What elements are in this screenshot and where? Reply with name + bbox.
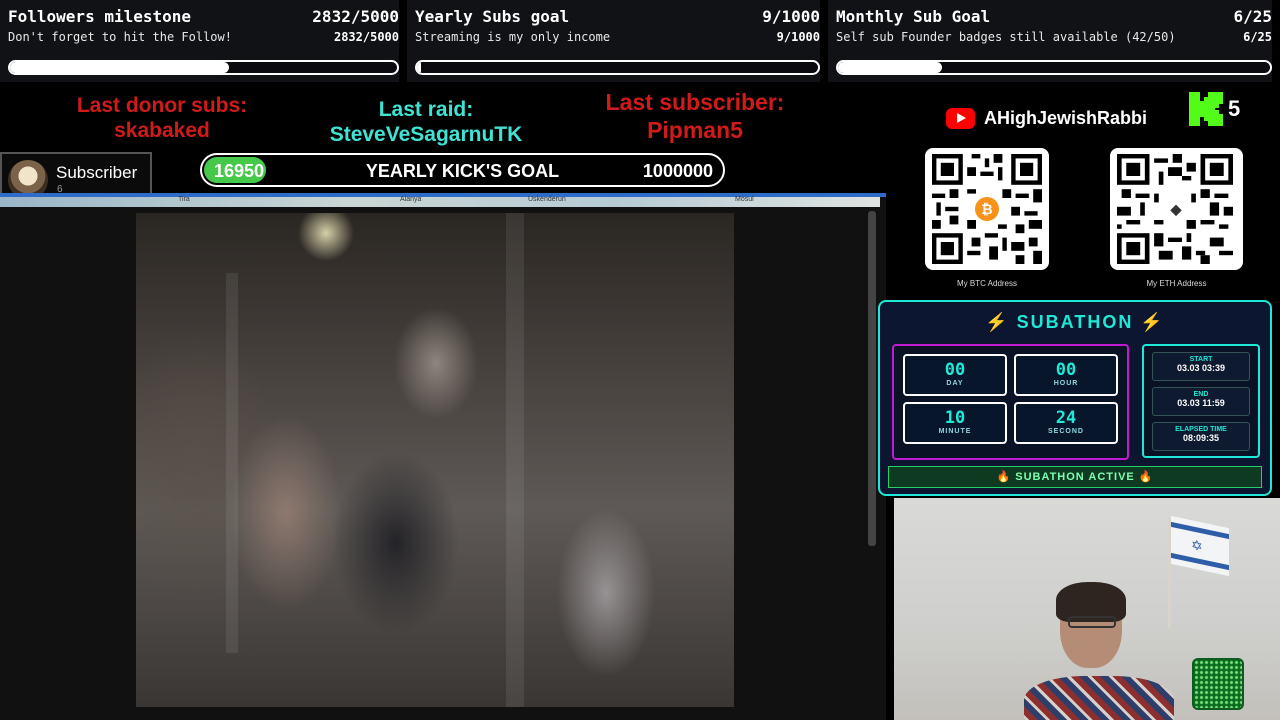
ethereum-icon: ◆ (1164, 197, 1188, 221)
goal-progress-fill (10, 62, 230, 73)
kick-goal-target: 1000000 (642, 161, 713, 181)
plaid-shirt (1024, 676, 1174, 720)
monthly-sub-goal: Monthly Sub Goal 6/25 Self sub Founder b… (828, 0, 1272, 82)
subathon-title-text: SUBATHON (1016, 312, 1134, 332)
israel-flag: ✡ (1171, 515, 1229, 577)
subathon-start: START 03.03 03:39 (1152, 352, 1250, 381)
kick-logo-icon (1189, 92, 1223, 126)
start-label: START (1189, 356, 1213, 363)
subathon-elapsed: ELAPSED TIME 08:09:35 (1152, 422, 1250, 451)
timer-value: 24 (1055, 408, 1077, 428)
goal-progress-bar (415, 60, 820, 75)
timer-seconds: 24 SECOND (1014, 402, 1118, 444)
map-label: Mosul (735, 196, 754, 203)
lightning-icon: ⚡ (1140, 312, 1165, 332)
subathon-status: 🔥 SUBATHON ACTIVE 🔥 (888, 466, 1262, 488)
map-label: Tira (178, 196, 190, 203)
goal-subcount: 9/1000 (776, 30, 820, 44)
goal-count: 9/1000 (762, 7, 820, 26)
goal-subcount: 2832/5000 (333, 30, 399, 44)
yearly-subs-goal: Yearly Subs goal 9/1000 Streaming is my … (407, 0, 820, 82)
end-label: END (1193, 391, 1209, 398)
channel-handle: AHighJewishRabbi (946, 108, 1147, 129)
timer-value: 10 (944, 408, 966, 428)
video-scrollbar[interactable] (868, 211, 876, 546)
timer-value: 00 (1055, 360, 1077, 380)
goal-title: Yearly Subs goal (415, 7, 570, 26)
glasses (1068, 616, 1116, 628)
eth-qr-code[interactable]: ◆ (1110, 148, 1243, 270)
goal-subcount: 6/25 (1243, 30, 1272, 44)
last-raid: Last raid: SteveVeSagarnuTK (300, 97, 552, 147)
last-raid-label: Last raid: (378, 98, 474, 121)
video-light-streak (226, 273, 238, 653)
goal-progress-fill (417, 62, 421, 73)
elapsed-value: 08:09:35 (1182, 433, 1220, 443)
timer-minutes: 10 MINUTE (903, 402, 1007, 444)
video-light-streak (506, 213, 524, 707)
last-raid-name: SteveVeSagarnuTK (329, 123, 523, 146)
last-donor-name: skabaked (114, 119, 210, 142)
goal-title: Followers milestone (8, 7, 192, 26)
subscriber-label: Subscriber (56, 163, 138, 182)
goal-progress-bar (8, 60, 399, 75)
kick-goal-bar: 16950 YEARLY KICK'S GOAL 1000000 (200, 153, 725, 187)
timer-value: 00 (944, 360, 966, 380)
goal-title: Monthly Sub Goal (836, 7, 991, 26)
subathon-end: END 03.03 11:59 (1152, 387, 1250, 416)
last-donor-subs: Last donor subs: skabaked (40, 93, 284, 143)
map-label: Alanya (400, 196, 422, 203)
timer-unit: DAY (946, 380, 964, 387)
goal-progress-fill (838, 62, 942, 73)
subathon-panel: ⚡ SUBATHON ⚡ 00 DAY 00 HOUR 10 MINUTE 24… (878, 300, 1272, 496)
start-value: 03.03 03:39 (1176, 363, 1226, 373)
last-subscriber-name: Pipman5 (647, 117, 743, 143)
timer-days: 00 DAY (903, 354, 1007, 396)
timer-unit: HOUR (1053, 380, 1079, 387)
end-value: 03.03 11:59 (1177, 398, 1225, 408)
street-video (136, 213, 734, 707)
channel-name: AHighJewishRabbi (984, 108, 1148, 128)
goal-count: 2832/5000 (312, 7, 399, 26)
lightning-icon: ⚡ (985, 312, 1010, 332)
timer-hours: 00 HOUR (1014, 354, 1118, 396)
webcam-feed: ✡ (894, 498, 1280, 720)
subathon-timer: 00 DAY 00 HOUR 10 MINUTE 24 SECOND (892, 344, 1129, 460)
last-donor-label: Last donor subs: (76, 94, 248, 117)
timer-unit: SECOND (1048, 428, 1084, 435)
timer-unit: MINUTE (938, 428, 972, 435)
green-object (1192, 658, 1244, 710)
followers-goal: Followers milestone 2832/5000 Don't forg… (0, 0, 399, 82)
youtube-icon (946, 108, 975, 129)
elapsed-label: ELAPSED TIME (1175, 426, 1227, 433)
goal-count: 6/25 (1233, 7, 1272, 26)
kick-logo-shape (1189, 92, 1223, 126)
btc-address-label: My BTC Address (956, 279, 1017, 288)
goal-subtitle: Streaming is my only income (415, 30, 611, 44)
kick-count: 5 (1228, 96, 1241, 121)
goal-subtitle: Self sub Founder badges still available … (836, 30, 1176, 44)
goal-subtitle: Don't forget to hit the Follow! (8, 30, 232, 44)
map-label: Uskenderun (528, 196, 566, 203)
btc-qr-code[interactable]: ₿ (925, 148, 1049, 270)
streamer (1024, 582, 1174, 720)
goal-progress-bar (836, 60, 1272, 75)
subathon-title: ⚡ SUBATHON ⚡ (880, 312, 1270, 333)
last-subscriber-label: Last subscriber: (605, 89, 785, 115)
last-subscriber: Last subscriber: Pipman5 (572, 88, 818, 144)
eth-address-label: My ETH Address (1146, 279, 1207, 288)
subathon-info: START 03.03 03:39 END 03.03 11:59 ELAPSE… (1142, 344, 1260, 458)
map-strip: Tira Alanya Uskenderun Mosul (0, 196, 880, 207)
bitcoin-icon: ₿ (975, 197, 999, 221)
